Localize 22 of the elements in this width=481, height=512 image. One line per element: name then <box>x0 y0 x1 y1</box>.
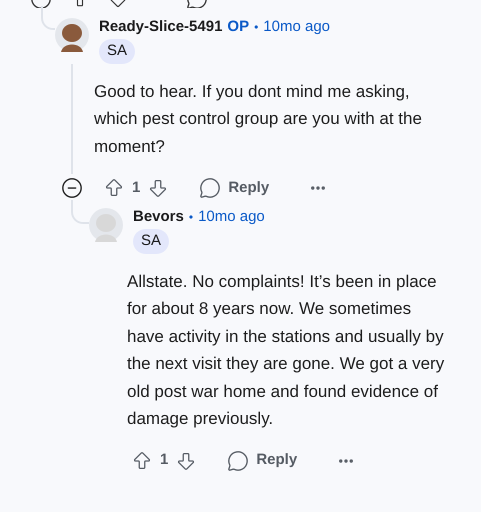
username[interactable]: Bevors <box>133 208 184 226</box>
user-flair: SA <box>133 229 170 254</box>
upvote-button[interactable] <box>131 450 153 472</box>
comment-text: Allstate. No complaints! It’s been in place for about 8 years now. We sometimes have activity in the stations and usually by the next visit they are gone. We got a very old post war home and found evidence of damage previously. <box>127 270 446 430</box>
timestamp: 10mo ago <box>263 18 330 36</box>
timestamp: 10mo ago <box>198 208 265 226</box>
upvote-button[interactable] <box>103 177 125 199</box>
user-flair: SA <box>99 39 136 64</box>
avatar-icon[interactable] <box>55 18 89 52</box>
separator-dot: • <box>254 19 258 36</box>
op-label: OP <box>227 18 250 36</box>
reply-button[interactable]: Reply <box>199 176 270 200</box>
speech-bubble-icon <box>199 177 222 199</box>
vote-count: 1 <box>160 450 168 470</box>
collapse-button[interactable] <box>61 177 83 199</box>
separator-dot: • <box>188 209 194 226</box>
thread-connector <box>41 6 55 30</box>
comment-text: Good to hear. If you dont mind me asking, which pest control group are you with at the moment? <box>94 80 423 158</box>
username[interactable]: Ready-Slice-5491 <box>99 18 222 36</box>
speech-bubble-icon <box>227 450 250 472</box>
reply-button[interactable]: Reply <box>227 449 298 472</box>
vote-count: 1 <box>132 178 140 198</box>
